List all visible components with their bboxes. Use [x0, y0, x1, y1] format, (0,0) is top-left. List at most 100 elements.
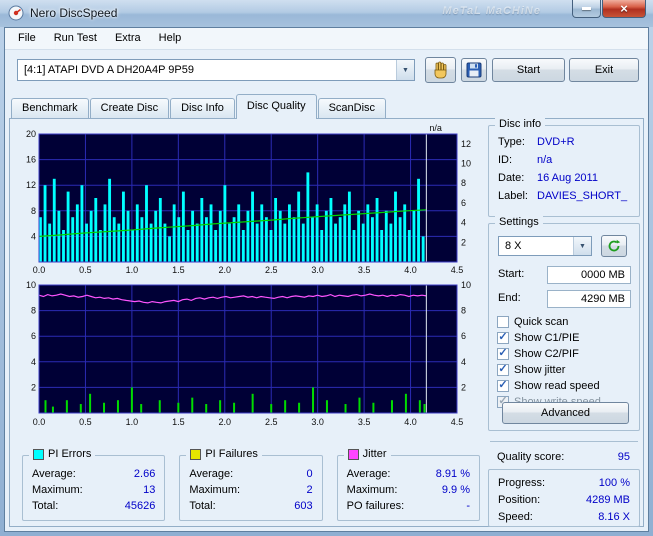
advanced-button[interactable]: Advanced: [502, 402, 629, 424]
tab-scandisc[interactable]: ScanDisc: [318, 98, 386, 119]
eject-options-button[interactable]: [425, 57, 456, 83]
disc-info-label: ID:: [498, 154, 537, 166]
svg-text:3.0: 3.0: [311, 265, 324, 275]
refresh-icon: [607, 239, 621, 253]
chevron-down-icon[interactable]: ▼: [396, 60, 414, 80]
disc-info-group: Disc info Type:DVD+R ID:n/a Date:16 Aug …: [488, 125, 640, 217]
svg-text:2.0: 2.0: [219, 417, 232, 427]
svg-text:10: 10: [461, 280, 471, 290]
window-title: Nero DiscSpeed: [30, 6, 117, 20]
speed-label: Speed:: [498, 511, 533, 523]
menu-file[interactable]: File: [9, 28, 45, 49]
stat-label: PO failures:: [347, 500, 404, 512]
app-icon: [8, 5, 24, 21]
svg-text:1.0: 1.0: [126, 265, 139, 275]
svg-text:10: 10: [26, 280, 36, 290]
quality-score-label: Quality score:: [497, 451, 564, 463]
checkbox-show-c2-pif[interactable]: ✓Show C2/PIF: [497, 346, 635, 361]
refresh-button[interactable]: [601, 235, 627, 257]
stat-value: 2.66: [134, 468, 155, 480]
svg-text:3.0: 3.0: [311, 417, 324, 427]
drive-selector[interactable]: [4:1] ATAPI DVD A DH20A4P 9P59 ▼: [17, 59, 415, 81]
pi-failures-panel: PI Failures Average:0 Maximum:2 Total:60…: [179, 455, 322, 521]
stat-value: 13: [143, 484, 155, 496]
disc-info-label: Type:: [498, 136, 537, 148]
svg-text:3.5: 3.5: [358, 417, 371, 427]
minimize-icon: [582, 7, 591, 10]
drive-selector-value: [4:1] ATAPI DVD A DH20A4P 9P59: [18, 64, 396, 76]
tab-disc-info[interactable]: Disc Info: [170, 98, 235, 119]
hand-icon: [431, 60, 451, 80]
disc-info-label: Date:: [498, 172, 537, 184]
checkbox-show-read-speed[interactable]: ✓Show read speed: [497, 378, 635, 393]
checkbox-box: ✓: [497, 380, 509, 392]
svg-text:0.5: 0.5: [79, 265, 92, 275]
minimize-button[interactable]: [572, 0, 601, 18]
svg-text:12: 12: [461, 139, 471, 149]
menu-extra[interactable]: Extra: [106, 28, 150, 49]
jitter-panel: Jitter Average:8.91 % Maximum:9.9 % PO f…: [337, 455, 480, 521]
svg-text:4: 4: [461, 218, 466, 228]
title-bar: Nero DiscSpeed MeTaL MaCHiNe ×: [0, 0, 653, 27]
start-field-label: Start:: [498, 268, 524, 280]
svg-text:16: 16: [26, 155, 36, 165]
svg-text:8: 8: [461, 178, 466, 188]
svg-text:4: 4: [31, 357, 36, 367]
checkbox-label: Show C2/PIF: [514, 348, 579, 360]
exit-button[interactable]: Exit: [569, 58, 639, 82]
checkbox-show-jitter[interactable]: ✓Show jitter: [497, 362, 635, 377]
tab-create-disc[interactable]: Create Disc: [90, 98, 169, 119]
tab-benchmark[interactable]: Benchmark: [11, 98, 89, 119]
end-position-field[interactable]: 4290 MB: [547, 290, 631, 308]
checkbox-box: ✓: [497, 332, 509, 344]
svg-text:6: 6: [461, 331, 466, 341]
start-button[interactable]: Start: [492, 58, 565, 82]
app-window: Nero DiscSpeed MeTaL MaCHiNe × File Run …: [0, 0, 653, 536]
start-position-field[interactable]: 0000 MB: [547, 266, 631, 284]
right-panel: Disc info Type:DVD+R ID:n/a Date:16 Aug …: [488, 121, 642, 529]
checkbox-label: Show C1/PIE: [514, 332, 579, 344]
close-icon: ×: [620, 2, 628, 15]
panel-title: PI Errors: [48, 448, 91, 460]
stat-label: Maximum:: [347, 484, 398, 496]
svg-text:1.5: 1.5: [172, 265, 185, 275]
svg-text:0.0: 0.0: [33, 417, 46, 427]
group-title: Settings: [499, 216, 539, 228]
scan-speed-select[interactable]: 8 X ▼: [498, 236, 592, 256]
desktop-bleed-text: MeTaL MaCHiNe: [442, 5, 541, 17]
svg-text:1.5: 1.5: [172, 417, 185, 427]
save-button[interactable]: [461, 58, 487, 82]
disc-type-value: DVD+R: [537, 136, 575, 148]
svg-text:4: 4: [461, 357, 466, 367]
position-label: Position:: [498, 494, 540, 506]
tab-label: Create Disc: [101, 102, 158, 114]
quality-separator: [490, 441, 638, 442]
pi-failures-swatch: [190, 449, 201, 460]
stat-label: Average:: [347, 468, 391, 480]
tab-label: Disc Quality: [247, 100, 306, 112]
checkbox-label: Show jitter: [514, 364, 565, 376]
toolbar: [4:1] ATAPI DVD A DH20A4P 9P59 ▼: [5, 50, 648, 90]
menu-run-test[interactable]: Run Test: [45, 28, 106, 49]
svg-text:n/a: n/a: [429, 123, 442, 133]
checkbox-quick-scan[interactable]: Quick scan: [497, 314, 635, 329]
svg-text:2: 2: [461, 382, 466, 392]
menu-bar: File Run Test Extra Help: [5, 28, 648, 50]
svg-text:8: 8: [31, 206, 36, 216]
chevron-down-icon[interactable]: ▼: [573, 237, 591, 255]
quality-score-value: 95: [618, 451, 630, 463]
panel-title: Jitter: [363, 448, 387, 460]
menu-help[interactable]: Help: [150, 28, 191, 49]
svg-text:1.0: 1.0: [126, 417, 139, 427]
tab-disc-quality[interactable]: Disc Quality: [236, 94, 317, 119]
disc-date-value: 16 Aug 2011: [537, 172, 598, 184]
panel-title: PI Failures: [205, 448, 258, 460]
stat-value: 2: [307, 484, 313, 496]
checkbox-show-c1-pie[interactable]: ✓ Show C1/PIE: [497, 330, 635, 345]
stat-label: Maximum:: [32, 484, 83, 496]
svg-text:8: 8: [461, 306, 466, 316]
close-button[interactable]: ×: [602, 0, 646, 18]
group-title: Disc info: [499, 118, 541, 130]
disc-label-value: DAVIES_SHORT_: [537, 190, 627, 202]
tab-label: Benchmark: [22, 102, 78, 114]
